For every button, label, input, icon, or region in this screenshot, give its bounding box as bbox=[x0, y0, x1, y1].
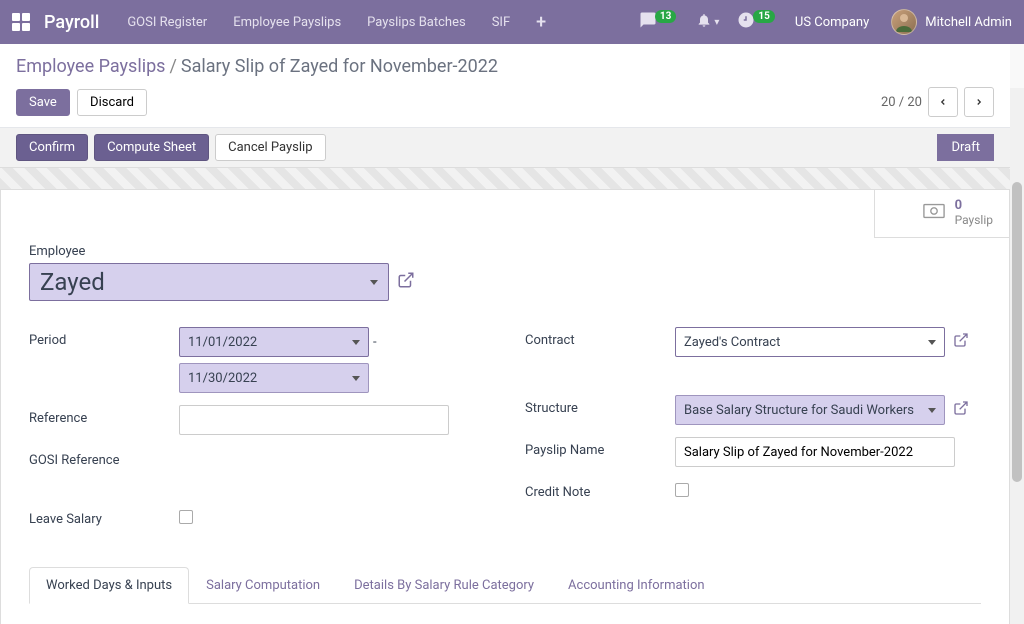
activities-badge: 15 bbox=[753, 10, 774, 23]
chevron-down-icon bbox=[352, 340, 360, 345]
chevron-down-icon bbox=[928, 408, 936, 413]
app-brand[interactable]: Payroll bbox=[44, 12, 99, 33]
gosi-reference-label: GOSI Reference bbox=[29, 447, 179, 468]
discard-button[interactable]: Discard bbox=[77, 89, 147, 116]
period-from-field[interactable]: 11/01/2022 bbox=[179, 327, 369, 357]
pager-text: 20 / 20 bbox=[881, 95, 922, 110]
employee-field[interactable]: Zayed bbox=[29, 263, 389, 301]
leave-salary-checkbox[interactable] bbox=[179, 510, 193, 524]
breadcrumb: Employee Payslips / Salary Slip of Zayed… bbox=[16, 56, 994, 77]
stat-label: Payslip bbox=[955, 213, 993, 227]
contract-field[interactable]: Zayed's Contract bbox=[675, 327, 945, 357]
money-icon bbox=[923, 203, 945, 223]
status-draft[interactable]: Draft bbox=[937, 134, 994, 161]
contract-label: Contract bbox=[525, 327, 675, 348]
external-link-icon bbox=[397, 271, 415, 289]
nav-activities[interactable]: 15 bbox=[737, 11, 776, 33]
nav-payslips-batches[interactable]: Payslips Batches bbox=[367, 15, 466, 30]
period-dash: - bbox=[373, 335, 377, 350]
tab-bar: Worked Days & Inputs Salary Computation … bbox=[29, 567, 981, 604]
external-link-icon bbox=[953, 332, 969, 348]
nav-gosi-register[interactable]: GOSI Register bbox=[127, 15, 207, 30]
tab-worked-days[interactable]: Worked Days & Inputs bbox=[29, 567, 189, 604]
structure-label: Structure bbox=[525, 395, 675, 416]
credit-note-label: Credit Note bbox=[525, 479, 675, 500]
employee-external-link[interactable] bbox=[397, 271, 415, 293]
structure-value: Base Salary Structure for Saudi Workers bbox=[684, 403, 914, 418]
worked-days-heading: Worked Days bbox=[1, 604, 1009, 624]
period-to-field[interactable]: 11/30/2022 bbox=[179, 363, 369, 393]
nav-plus-icon[interactable]: + bbox=[536, 12, 546, 33]
chevron-left-icon bbox=[938, 97, 948, 107]
status-bar: Confirm Compute Sheet Cancel Payslip Dra… bbox=[0, 128, 1010, 168]
edit-indicator-strip bbox=[0, 168, 1010, 190]
company-switcher[interactable]: US Company bbox=[795, 15, 869, 30]
stat-payslip-button[interactable]: 0 Payslip bbox=[874, 190, 1009, 238]
nav-employee-payslips[interactable]: Employee Payslips bbox=[233, 15, 341, 30]
period-from-value: 11/01/2022 bbox=[188, 335, 257, 350]
contract-value: Zayed's Contract bbox=[684, 335, 780, 350]
compute-sheet-button[interactable]: Compute Sheet bbox=[94, 134, 209, 161]
breadcrumb-parent[interactable]: Employee Payslips bbox=[16, 56, 165, 77]
scrollbar[interactable] bbox=[1010, 88, 1024, 624]
structure-external-link[interactable] bbox=[953, 400, 969, 420]
bell-icon bbox=[696, 12, 712, 32]
reference-field[interactable] bbox=[179, 405, 449, 435]
chevron-right-icon bbox=[974, 97, 984, 107]
apps-icon[interactable] bbox=[12, 13, 30, 31]
avatar bbox=[891, 9, 917, 35]
period-to-value: 11/30/2022 bbox=[188, 371, 257, 386]
pager-next[interactable] bbox=[964, 87, 994, 117]
chevron-down-icon: ▾ bbox=[714, 17, 719, 28]
stat-count: 0 bbox=[955, 198, 993, 213]
scrollbar-thumb[interactable] bbox=[1012, 182, 1022, 482]
tab-salary-computation[interactable]: Salary Computation bbox=[189, 567, 337, 604]
reference-label: Reference bbox=[29, 405, 179, 426]
payslip-name-field[interactable] bbox=[675, 437, 955, 467]
period-label: Period bbox=[29, 327, 179, 348]
breadcrumb-current: Salary Slip of Zayed for November-2022 bbox=[181, 56, 498, 77]
tab-accounting-information[interactable]: Accounting Information bbox=[551, 567, 722, 604]
credit-note-checkbox[interactable] bbox=[675, 483, 689, 497]
pager-prev[interactable] bbox=[928, 87, 958, 117]
contract-external-link[interactable] bbox=[953, 332, 969, 352]
tab-details-by-category[interactable]: Details By Salary Rule Category bbox=[337, 567, 551, 604]
leave-salary-label: Leave Salary bbox=[29, 506, 179, 527]
external-link-icon bbox=[953, 400, 969, 416]
chevron-down-icon bbox=[352, 376, 360, 381]
cancel-payslip-button[interactable]: Cancel Payslip bbox=[215, 134, 325, 161]
confirm-button[interactable]: Confirm bbox=[16, 134, 88, 161]
nav-notifications[interactable]: ▾ bbox=[696, 12, 719, 32]
breadcrumb-separator: / bbox=[169, 56, 176, 77]
nav-messages[interactable]: 13 bbox=[639, 11, 678, 33]
form-sheet: 0 Payslip Employee Zayed Period bbox=[0, 190, 1010, 624]
employee-value: Zayed bbox=[40, 268, 105, 296]
chevron-down-icon bbox=[928, 340, 936, 345]
top-nav: Payroll GOSI Register Employee Payslips … bbox=[0, 0, 1024, 44]
payslip-name-label: Payslip Name bbox=[525, 437, 675, 458]
employee-label: Employee bbox=[29, 244, 981, 259]
page-header: Employee Payslips / Salary Slip of Zayed… bbox=[0, 44, 1010, 128]
user-name: Mitchell Admin bbox=[925, 15, 1012, 30]
nav-sif[interactable]: SIF bbox=[492, 15, 510, 30]
user-menu[interactable]: Mitchell Admin bbox=[891, 9, 1012, 35]
pager: 20 / 20 bbox=[881, 87, 994, 117]
save-button[interactable]: Save bbox=[16, 89, 70, 116]
messages-badge: 13 bbox=[655, 10, 676, 23]
structure-field[interactable]: Base Salary Structure for Saudi Workers bbox=[675, 395, 945, 425]
chevron-down-icon bbox=[370, 280, 378, 285]
